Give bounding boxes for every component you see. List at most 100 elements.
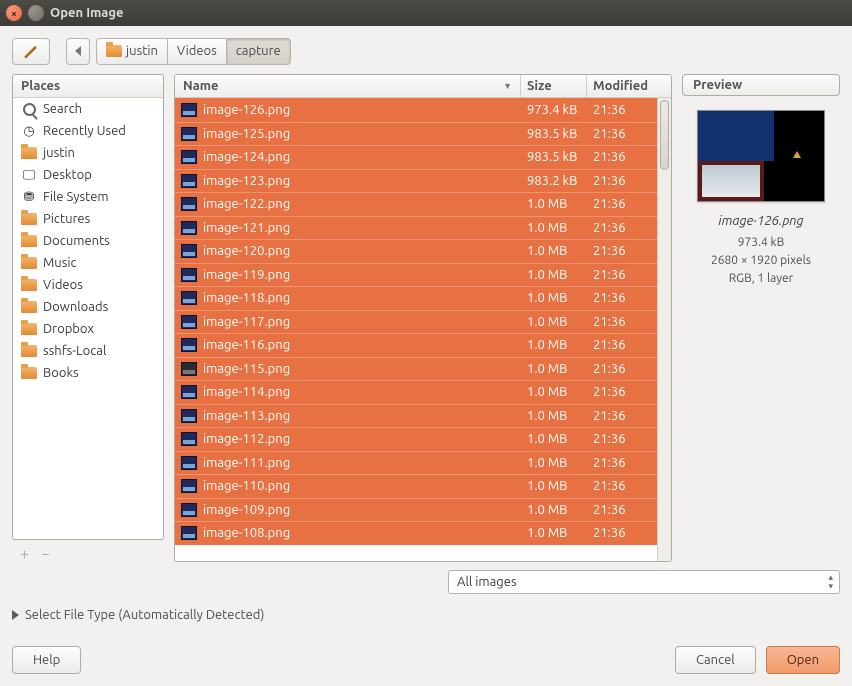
file-name: image-124.png	[203, 150, 290, 164]
image-file-icon	[181, 338, 197, 352]
file-modified: 21:36	[587, 150, 657, 164]
places-item-downloads[interactable]: Downloads	[13, 296, 163, 318]
places-item-label: Dropbox	[43, 322, 94, 336]
file-name: image-122.png	[203, 197, 290, 211]
file-row[interactable]: image-124.png983.5 kB21:36	[175, 145, 657, 169]
file-list-scrollbar[interactable]	[657, 98, 671, 561]
desktop-icon: 🖵	[21, 167, 37, 183]
file-row[interactable]: image-111.png1.0 MB21:36	[175, 451, 657, 475]
image-file-icon	[181, 268, 197, 282]
file-row[interactable]: image-113.png 1.0 MB21:36	[175, 404, 657, 428]
file-modified: 21:36	[587, 503, 657, 517]
file-row[interactable]: image-119.png 1.0 MB21:36	[175, 263, 657, 287]
file-modified: 21:36	[587, 479, 657, 493]
places-item-pictures[interactable]: Pictures	[13, 208, 163, 230]
path-toolbar: justin Videos capture	[12, 36, 840, 66]
file-modified: 21:36	[587, 385, 657, 399]
places-item-documents[interactable]: Documents	[13, 230, 163, 252]
clock-icon: ◷	[21, 123, 37, 139]
file-size: 1.0 MB	[521, 409, 587, 423]
file-name: image-108.png	[203, 526, 290, 540]
places-item-desktop[interactable]: 🖵 Desktop	[13, 164, 163, 186]
preview-mode: RGB, 1 layer	[682, 270, 840, 288]
file-size: 1.0 MB	[521, 456, 587, 470]
file-size: 1.0 MB	[521, 221, 587, 235]
path-edit-button[interactable]	[12, 38, 50, 65]
places-item-books[interactable]: Books	[13, 362, 163, 384]
column-header-name[interactable]: Name▼	[175, 75, 521, 97]
file-modified: 21:36	[587, 456, 657, 470]
places-item-sshfs-local[interactable]: sshfs-Local	[13, 340, 163, 362]
file-type-expander[interactable]: Select File Type (Automatically Detected…	[12, 602, 840, 622]
places-item-file-system[interactable]: ⛃File System	[13, 186, 163, 208]
file-name: image-123.png	[203, 174, 290, 188]
file-name: image-113.png	[203, 409, 290, 423]
places-item-dropbox[interactable]: Dropbox	[13, 318, 163, 340]
open-button[interactable]: Open	[766, 646, 840, 674]
window-minimize-button[interactable]	[28, 5, 44, 21]
file-row[interactable]: image-120.png1.0 MB21:36	[175, 239, 657, 263]
file-size: 1.0 MB	[521, 268, 587, 282]
image-file-icon	[181, 432, 197, 446]
file-name: image-118.png	[203, 291, 290, 305]
file-row[interactable]: image-108.png1.0 MB21:36	[175, 521, 657, 545]
places-item-music[interactable]: Music	[13, 252, 163, 274]
remove-bookmark-button[interactable]: −	[41, 546, 50, 562]
breadcrumb-capture[interactable]: capture	[226, 38, 291, 65]
file-row[interactable]: image-122.png1.0 MB21:36	[175, 192, 657, 216]
file-filter-select[interactable]: All images ▴▾	[448, 570, 840, 594]
folder-icon	[21, 343, 37, 359]
file-row[interactable]: image-117.png1.0 MB21:36	[175, 310, 657, 334]
file-size: 1.0 MB	[521, 362, 587, 376]
places-item-search[interactable]: Search	[13, 98, 163, 120]
file-row[interactable]: image-116.png1.0 MB21:36	[175, 333, 657, 357]
file-name: image-119.png	[203, 268, 290, 282]
file-row[interactable]: image-121.png1.0 MB21:36	[175, 216, 657, 240]
places-item-label: Search	[43, 102, 82, 116]
file-row[interactable]: image-126.png973.4 kB21:36	[175, 98, 657, 122]
path-back-button[interactable]	[66, 38, 90, 65]
file-name: image-120.png	[203, 244, 290, 258]
file-row[interactable]: image-110.png1.0 MB21:36	[175, 474, 657, 498]
places-item-videos[interactable]: Videos	[13, 274, 163, 296]
file-row[interactable]: image-125.png983.5 kB21:36	[175, 122, 657, 146]
preview-filesize: 973.4 kB	[682, 234, 840, 252]
file-row[interactable]: image-123.png983.2 kB21:36	[175, 169, 657, 193]
file-row[interactable]: image-114.png1.0 MB21:36	[175, 380, 657, 404]
file-name: image-117.png	[203, 315, 290, 329]
file-name: image-126.png	[203, 103, 290, 117]
file-modified: 21:36	[587, 197, 657, 211]
file-modified: 21:36	[587, 221, 657, 235]
breadcrumb-label: Videos	[177, 44, 217, 58]
column-header-modified[interactable]: Modified	[587, 75, 657, 97]
file-row[interactable]: image-109.png1.0 MB21:36	[175, 498, 657, 522]
file-modified: 21:36	[587, 244, 657, 258]
file-size: 1.0 MB	[521, 503, 587, 517]
scrollbar-thumb[interactable]	[660, 100, 669, 170]
breadcrumb-videos[interactable]: Videos	[167, 38, 227, 65]
image-file-icon	[181, 409, 197, 423]
add-bookmark-button[interactable]: +	[20, 546, 29, 562]
file-row[interactable]: image-115.png1.0 MB21:36	[175, 357, 657, 381]
places-item-label: Desktop	[43, 168, 92, 182]
search-icon	[21, 101, 37, 117]
file-modified: 21:36	[587, 526, 657, 540]
places-item-label: Videos	[43, 278, 83, 292]
file-row[interactable]: image-112.png1.0 MB21:36	[175, 427, 657, 451]
column-header-size[interactable]: Size	[521, 75, 587, 97]
file-modified: 21:36	[587, 409, 657, 423]
image-file-icon	[181, 362, 197, 376]
file-size: 1.0 MB	[521, 315, 587, 329]
file-list-panel: Name▼ Size Modified image-126.png973.4 k…	[174, 74, 672, 562]
file-name: image-110.png	[203, 479, 290, 493]
places-item-recently-used[interactable]: ◷Recently Used	[13, 120, 163, 142]
window-close-button[interactable]: ×	[6, 5, 22, 21]
places-item-justin[interactable]: justin	[13, 142, 163, 164]
places-item-label: sshfs-Local	[43, 344, 106, 358]
file-modified: 21:36	[587, 268, 657, 282]
breadcrumb-justin[interactable]: justin	[96, 38, 168, 65]
help-button[interactable]: Help	[12, 646, 81, 674]
places-header: Places	[13, 75, 163, 98]
file-row[interactable]: image-118.png1.0 MB21:36	[175, 286, 657, 310]
cancel-button[interactable]: Cancel	[675, 646, 756, 674]
